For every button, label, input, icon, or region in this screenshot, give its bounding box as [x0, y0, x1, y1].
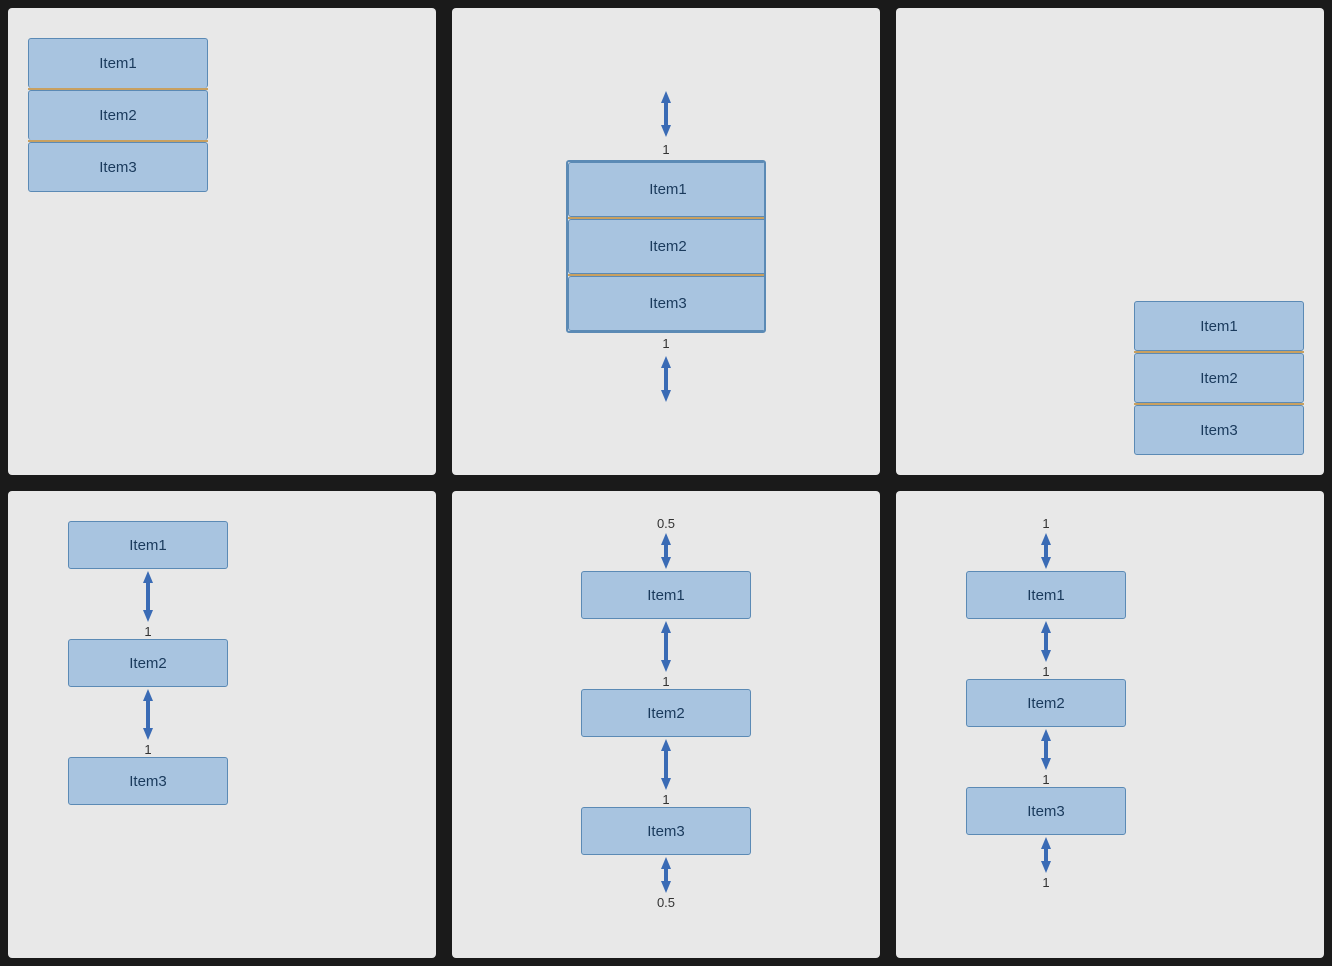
top-label-2: 1	[662, 142, 669, 157]
arrow-container-2: 1 Item1 Item2 Item3 1	[566, 89, 766, 404]
arrow-svg-6-bottom	[1031, 835, 1061, 875]
item-box-5-3: Item3	[581, 807, 751, 855]
arrow-svg-5-2	[651, 737, 681, 792]
item-list-3: Item1 Item2 Item3	[1134, 301, 1304, 455]
item-box-2-1: Item1	[568, 162, 766, 217]
arrow-svg-5-bottom	[651, 855, 681, 895]
arrow-svg-4-2	[133, 687, 163, 742]
bottom-label-2: 1	[662, 336, 669, 351]
arrow-seg-4-2: 1	[68, 687, 228, 757]
arrow-label-6-bottom: 1	[1042, 875, 1049, 890]
panel-2: 1 Item1 Item2 Item3 1	[452, 8, 880, 475]
arrow-label-4-1: 1	[144, 624, 151, 639]
panel-5: 0.5 Item1 1 Item2 1 Item3	[452, 491, 880, 958]
item-box-6-1: Item1	[966, 571, 1126, 619]
top-arrow-area: 1	[651, 89, 681, 160]
item-box-2-2: Item2	[568, 219, 766, 274]
item-box-6-2: Item2	[966, 679, 1126, 727]
bottom-arrow-svg	[651, 354, 681, 404]
item-box-2-3: Item3	[568, 276, 766, 331]
panel-4: Item1 1 Item2 1 Item3	[8, 491, 436, 958]
arrow-svg-6-2	[1031, 727, 1061, 772]
item-box-3-2: Item2	[1134, 353, 1304, 403]
item-box-5-1: Item1	[581, 571, 751, 619]
item-box-6-3: Item3	[966, 787, 1126, 835]
arrow-svg-5-1	[651, 619, 681, 674]
chain-4: Item1 1 Item2 1 Item3	[68, 521, 228, 805]
arrow-label-5-bottom: 0.5	[657, 895, 675, 910]
chain-5: 0.5 Item1 1 Item2 1 Item3	[581, 516, 751, 910]
arrow-seg-5-2: 1	[581, 737, 751, 807]
arrow-label-5-2: 1	[662, 792, 669, 807]
arrow-svg-5-top	[651, 531, 681, 571]
item-box-1-1: Item1	[28, 38, 208, 88]
arrow-seg-6-2: 1	[966, 727, 1126, 787]
item-box-3-3: Item3	[1134, 405, 1304, 455]
arrow-seg-6-1: 1	[966, 619, 1126, 679]
arrow-label-4-2: 1	[144, 742, 151, 757]
item-list-1: Item1 Item2 Item3	[28, 38, 208, 192]
arrow-label-6-2: 1	[1042, 772, 1049, 787]
panel-3: Item1 Item2 Item3	[896, 8, 1324, 475]
item-box-4-2: Item2	[68, 639, 228, 687]
item-box-3-1: Item1	[1134, 301, 1304, 351]
chain-6: 1 Item1 1 Item2 1 Item3	[966, 516, 1126, 890]
arrow-seg-5-1: 1	[581, 619, 751, 689]
arrow-seg-5-bottom: 0.5	[581, 855, 751, 910]
item-box-1-3: Item3	[28, 142, 208, 192]
arrow-label-5-top: 0.5	[657, 516, 675, 531]
arrow-seg-6-top: 1	[966, 516, 1126, 571]
arrow-svg-4-1	[133, 569, 163, 624]
item-box-1-2: Item2	[28, 90, 208, 140]
arrow-label-5-1: 1	[662, 674, 669, 689]
panel-6: 1 Item1 1 Item2 1 Item3	[896, 491, 1324, 958]
top-arrow-svg	[651, 89, 681, 139]
arrow-svg-6-top	[1031, 531, 1061, 571]
arrow-seg-4-1: 1	[68, 569, 228, 639]
panel-1: Item1 Item2 Item3	[8, 8, 436, 475]
arrow-seg-5-top: 0.5	[581, 516, 751, 571]
arrow-label-6-1: 1	[1042, 664, 1049, 679]
bottom-arrow-area: 1	[651, 333, 681, 404]
item-box-4-1: Item1	[68, 521, 228, 569]
item-box-4-3: Item3	[68, 757, 228, 805]
item-box-5-2: Item2	[581, 689, 751, 737]
arrow-label-6-top: 1	[1042, 516, 1049, 531]
arrow-svg-6-1	[1031, 619, 1061, 664]
arrow-seg-6-bottom: 1	[966, 835, 1126, 890]
item-list-2-wrap: Item1 Item2 Item3	[566, 160, 766, 333]
